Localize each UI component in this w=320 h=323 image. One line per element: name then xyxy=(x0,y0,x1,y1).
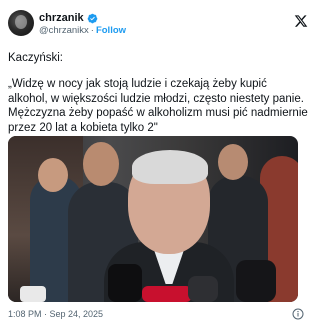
tweet-timestamp[interactable]: 1:08 PM · Sep 24, 2025 xyxy=(8,309,103,319)
tweet-photo[interactable] xyxy=(8,136,298,302)
photo-microphone xyxy=(20,286,46,302)
x-logo-icon[interactable] xyxy=(294,14,308,28)
author-handle[interactable]: @chrzanikx xyxy=(39,25,89,37)
tweet-header: chrzanik @chrzanikx · Follow xyxy=(8,10,312,42)
photo-microphone xyxy=(236,260,276,302)
photo-person-right-head xyxy=(218,144,248,180)
author-handle-row: @chrzanikx · Follow xyxy=(39,25,126,37)
author-display-name[interactable]: chrzanik xyxy=(39,11,84,25)
separator-dot: · xyxy=(90,25,94,36)
tweet-text-speaker: Kaczyński: xyxy=(8,52,63,64)
author-name-row: chrzanik xyxy=(39,11,98,25)
follow-button[interactable]: Follow xyxy=(96,25,126,37)
verified-badge-icon xyxy=(87,13,97,23)
photo-microphone xyxy=(108,264,142,302)
photo-main-person-hair xyxy=(132,150,208,184)
photo-person-left-head xyxy=(38,158,68,192)
tweet-text-quote: „Widzę w nocy jak stoją ludzie i czekają… xyxy=(8,78,308,134)
avatar[interactable] xyxy=(8,10,34,36)
tweet-footer: 1:08 PM · Sep 24, 2025 xyxy=(8,308,312,321)
photo-microphone xyxy=(142,286,192,302)
info-icon[interactable] xyxy=(292,308,304,320)
photo-person-mid-head xyxy=(83,142,119,186)
photo-microphone xyxy=(188,276,218,302)
